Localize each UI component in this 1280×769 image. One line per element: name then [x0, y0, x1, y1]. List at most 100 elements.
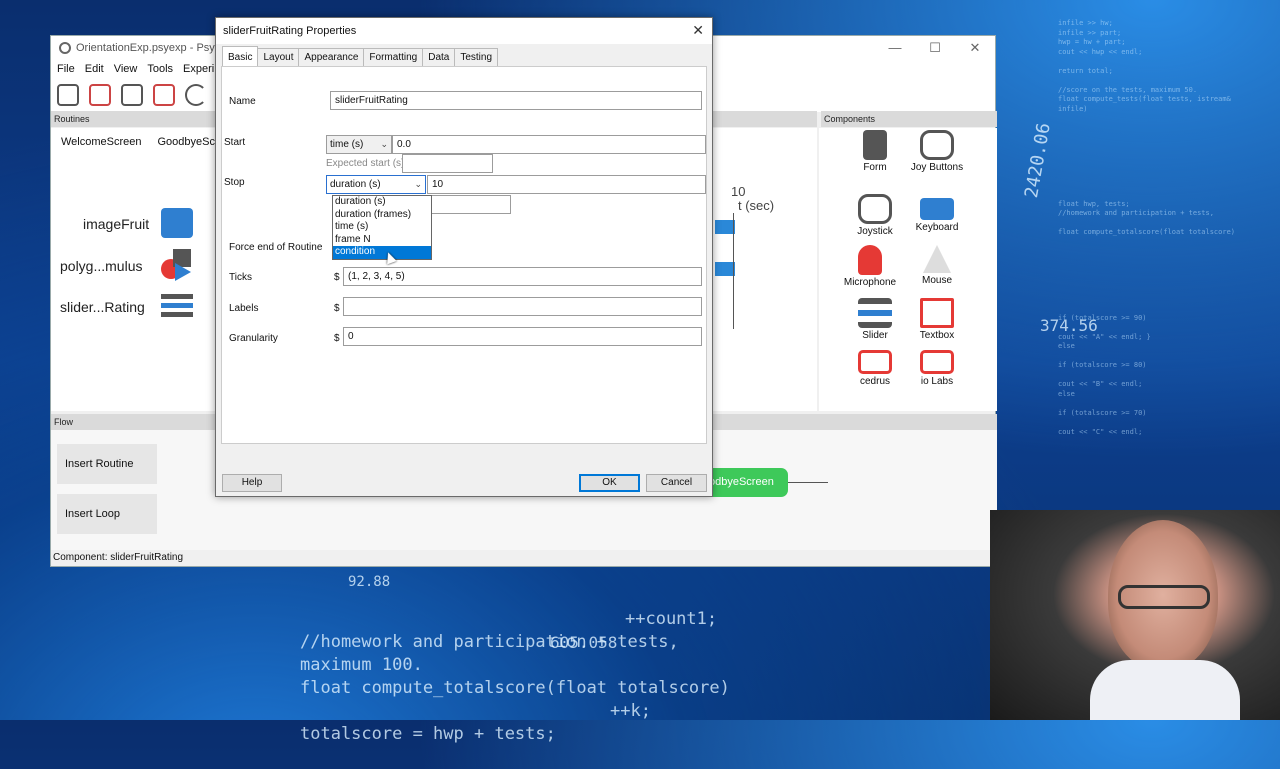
- ticks-field[interactable]: (1, 2, 3, 4, 5): [343, 267, 702, 286]
- save-as-icon[interactable]: [153, 84, 175, 106]
- timeline-unit: t (sec): [738, 198, 775, 213]
- flow-arrow: [788, 482, 828, 483]
- open-folder-icon[interactable]: [89, 84, 111, 106]
- stop-label: Stop: [224, 177, 245, 188]
- component-keyboard[interactable]: Keyboard: [907, 194, 967, 233]
- start-type-select[interactable]: time (s) ⌄: [326, 135, 392, 154]
- ticks-label: Ticks: [229, 272, 252, 283]
- chevron-down-icon: ⌄: [380, 139, 388, 149]
- granularity-dollar: $: [334, 333, 340, 344]
- tab-formatting[interactable]: Formatting: [363, 48, 424, 66]
- ok-button[interactable]: OK: [579, 474, 640, 492]
- labels-label: Labels: [229, 303, 259, 314]
- option-condition[interactable]: condition: [333, 246, 431, 259]
- component-cedrus[interactable]: cedrus: [845, 350, 905, 387]
- ticks-dollar: $: [334, 272, 340, 283]
- joystick-icon: [858, 194, 892, 224]
- routine-item-imagefruit[interactable]: imageFruit: [83, 216, 149, 232]
- status-bar: Component: sliderFruitRating: [51, 550, 997, 566]
- expected-start-field[interactable]: [402, 154, 493, 173]
- background-number: 2420.06: [1021, 121, 1055, 200]
- option-time-s[interactable]: time (s): [333, 221, 431, 234]
- webcam-overlay: [990, 510, 1280, 720]
- mouse-cursor-icon: [923, 245, 951, 273]
- presenter-shirt: [1090, 660, 1240, 720]
- slider-icon: [161, 292, 193, 322]
- components-panel: Form Joy Buttons Joystick Keyboard Micro…: [819, 128, 997, 411]
- timeline-bar: [715, 220, 735, 234]
- component-joystick[interactable]: Joystick: [845, 194, 905, 237]
- start-label: Start: [224, 137, 246, 148]
- menu-edit[interactable]: Edit: [83, 60, 112, 78]
- component-iolabs[interactable]: io Labs: [907, 350, 967, 387]
- menu-tools[interactable]: Tools: [145, 60, 181, 78]
- routine-item-polygon[interactable]: polyg...mulus: [60, 258, 142, 274]
- minimize-button[interactable]: —: [875, 36, 915, 60]
- granularity-label: Granularity: [229, 333, 278, 344]
- option-frame-n[interactable]: frame N: [333, 234, 431, 247]
- components-header: Components: [821, 111, 997, 127]
- window-controls: — ☐ ✕: [875, 36, 995, 60]
- slider-icon: [858, 298, 892, 328]
- insert-routine-button[interactable]: Insert Routine: [57, 444, 157, 484]
- background-number: 605.058: [550, 633, 618, 652]
- name-field[interactable]: sliderFruitRating: [330, 91, 702, 110]
- presenter-glasses: [1118, 585, 1210, 609]
- maximize-button[interactable]: ☐: [915, 36, 955, 60]
- background-code-big: ++count1;//homework and participation + …: [300, 609, 730, 744]
- polygon-icon: [161, 249, 193, 281]
- microphone-icon: [858, 245, 882, 275]
- name-label: Name: [229, 96, 256, 107]
- component-microphone[interactable]: Microphone: [840, 245, 900, 288]
- option-duration-frames[interactable]: duration (frames): [333, 209, 431, 222]
- timeline-tick: 10: [731, 184, 746, 199]
- routine-item-slider[interactable]: slider...Rating: [60, 299, 145, 315]
- background-number: 374.56: [1040, 316, 1098, 335]
- properties-dialog: sliderFruitRating Properties ✕ Basic Lay…: [215, 17, 713, 497]
- chevron-down-icon: ⌄: [414, 179, 422, 189]
- component-textbox[interactable]: Textbox: [907, 298, 967, 341]
- close-button[interactable]: ✕: [955, 36, 995, 60]
- form-icon: [863, 130, 887, 160]
- psychopy-icon: [59, 42, 71, 54]
- expected-stop-field[interactable]: [422, 195, 511, 214]
- stop-type-dropdown: duration (s) duration (frames) time (s) …: [332, 195, 432, 260]
- tab-basic[interactable]: Basic: [222, 46, 259, 66]
- new-file-icon[interactable]: [57, 84, 79, 106]
- labels-dollar: $: [334, 303, 340, 314]
- tab-data[interactable]: Data: [422, 48, 456, 66]
- force-end-label: Force end of Routine: [229, 242, 323, 253]
- help-button[interactable]: Help: [222, 474, 282, 492]
- timeline-bar: [715, 262, 735, 276]
- component-joybuttons[interactable]: Joy Buttons: [907, 130, 967, 173]
- stop-type-select[interactable]: duration (s) ⌄: [326, 175, 426, 194]
- labels-field[interactable]: [343, 297, 702, 316]
- save-icon[interactable]: [121, 84, 143, 106]
- tab-testing[interactable]: Testing: [454, 48, 499, 66]
- textbox-icon: [920, 298, 954, 328]
- timeline-line: [733, 213, 734, 329]
- tab-appearance[interactable]: Appearance: [298, 48, 365, 66]
- component-slider[interactable]: Slider: [845, 298, 905, 341]
- expected-start-label: Expected start (s): [326, 158, 405, 169]
- stop-value-field[interactable]: 10: [427, 175, 706, 194]
- option-duration-s[interactable]: duration (s): [333, 196, 431, 209]
- menu-file[interactable]: File: [55, 60, 83, 78]
- iolabs-icon: [920, 350, 954, 374]
- component-form[interactable]: Form: [845, 130, 905, 173]
- dialog-close-icon[interactable]: ✕: [692, 22, 704, 39]
- component-mouse[interactable]: Mouse: [907, 245, 967, 286]
- start-value-field[interactable]: 0.0: [392, 135, 706, 154]
- cancel-button[interactable]: Cancel: [646, 474, 707, 492]
- dialog-body: Name sliderFruitRating Start time (s) ⌄ 0…: [221, 66, 707, 444]
- granularity-field[interactable]: 0: [343, 327, 702, 346]
- tab-welcomescreen[interactable]: WelcomeScreen: [61, 136, 142, 148]
- flow-routine-goodbye[interactable]: odbyeScreen: [703, 468, 788, 497]
- insert-loop-button[interactable]: Insert Loop: [57, 494, 157, 534]
- gamepad-icon: [920, 130, 954, 160]
- image-icon: [161, 208, 193, 238]
- menu-view[interactable]: View: [112, 60, 146, 78]
- tab-layout[interactable]: Layout: [257, 48, 300, 66]
- undo-icon[interactable]: [185, 84, 207, 106]
- dialog-tabs: Basic Layout Appearance Formatting Data …: [222, 46, 499, 66]
